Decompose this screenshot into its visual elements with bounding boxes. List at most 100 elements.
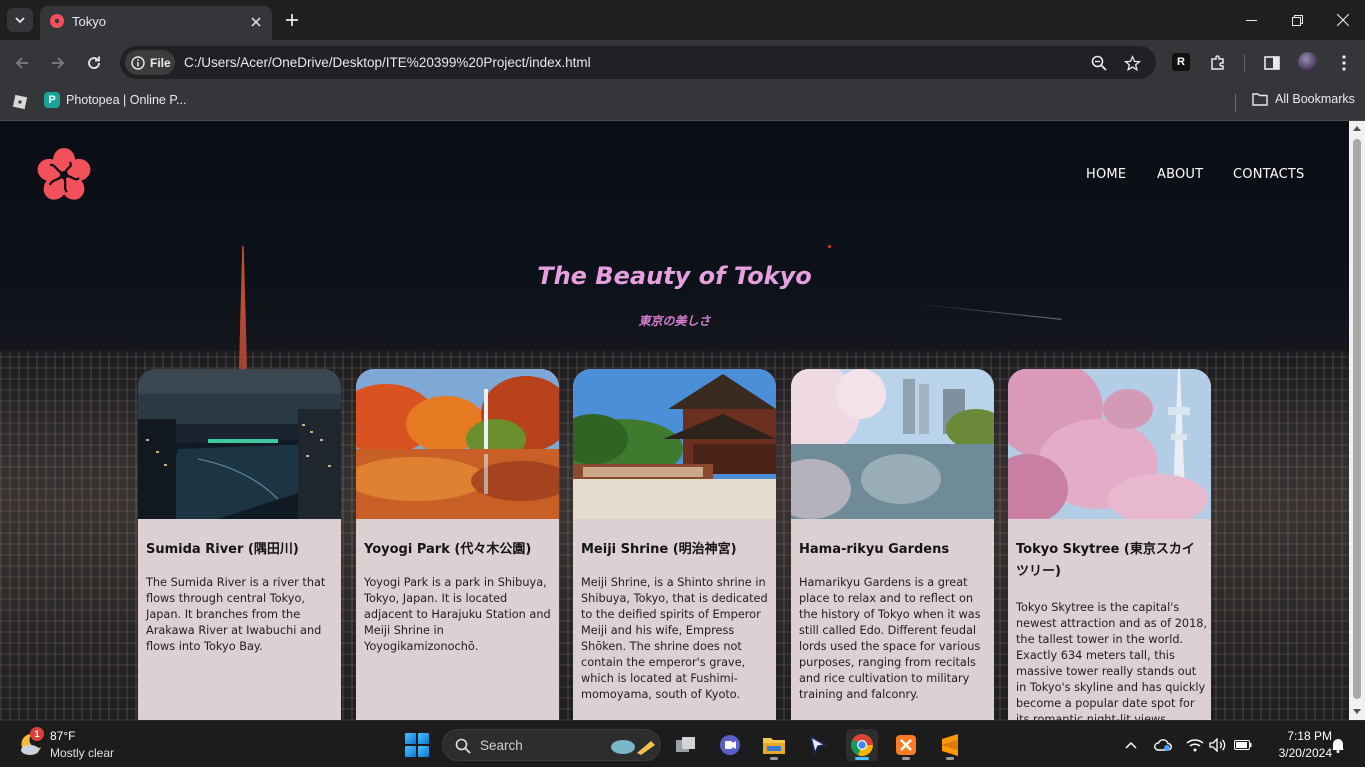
back-arrow-icon	[14, 55, 30, 71]
running-indicator	[770, 757, 778, 760]
bookmarks-divider	[1235, 94, 1236, 112]
all-bookmarks-label: All Bookmarks	[1275, 92, 1355, 106]
arrow-app-button[interactable]	[802, 729, 834, 761]
tab-title: Tokyo	[72, 14, 106, 29]
chrome-app-button[interactable]	[846, 729, 878, 761]
video-call-icon	[719, 734, 741, 756]
sublime-icon	[940, 734, 960, 756]
menu-button[interactable]	[1331, 50, 1357, 76]
address-bar[interactable]: File C:/Users/Acer/OneDrive/Desktop/ITE%…	[120, 46, 1156, 79]
weather-temperature[interactable]: 87°F	[50, 729, 75, 743]
hero-subtitle: 東京の美しさ	[638, 314, 711, 328]
running-indicator	[946, 757, 954, 760]
card-description: Hamarikyu Gardens is a great place to re…	[799, 576, 981, 701]
clock-time: 7:18 PM	[1287, 729, 1332, 743]
battery-icon[interactable]	[1233, 735, 1253, 755]
bookmark-photopea[interactable]: P Photopea | Online P...	[44, 92, 186, 108]
search-label: Search	[480, 738, 523, 753]
page-viewport: HOME ABOUT CONTACTS The Beauty of Tokyo …	[0, 121, 1349, 720]
cloud-sync-icon[interactable]	[1153, 735, 1173, 755]
scroll-down-arrow[interactable]	[1353, 709, 1361, 714]
card-sumida-river[interactable]: Sumida River (隅田川) The Sumida River is a…	[138, 369, 341, 720]
card-description: Tokyo Skytree is the capital's newest at…	[1016, 601, 1208, 720]
url-chip-label: File	[150, 55, 171, 70]
extension-r-icon[interactable]: R	[1172, 53, 1190, 71]
xampp-icon	[895, 734, 917, 756]
bell-icon[interactable]	[1328, 735, 1348, 755]
sumida-river-photo	[138, 369, 341, 519]
wifi-icon[interactable]	[1185, 735, 1205, 755]
reload-button[interactable]	[81, 50, 107, 76]
sublime-app-button[interactable]	[934, 729, 966, 761]
scroll-up-arrow[interactable]	[1353, 126, 1361, 131]
clock-date: 3/20/2024	[1278, 746, 1332, 760]
browser-toolbar: File C:/Users/Acer/OneDrive/Desktop/ITE%…	[0, 40, 1365, 85]
card-yoyogi-park[interactable]: Yoyogi Park (代々木公園) Yoyogi Park is a par…	[356, 369, 559, 720]
tokyo-skytree-photo	[1008, 369, 1211, 519]
photopea-icon: P	[44, 92, 60, 108]
yoyogi-park-photo	[356, 369, 559, 519]
file-explorer-button[interactable]	[758, 729, 790, 761]
nav-contacts[interactable]: CONTACTS	[1233, 167, 1305, 182]
profile-avatar[interactable]	[1298, 52, 1318, 72]
weather-badge: 1	[30, 727, 44, 741]
plus-icon	[286, 14, 298, 26]
toolbar-divider	[1244, 54, 1245, 72]
card-tokyo-skytree[interactable]: Tokyo Skytree (東京スカイツリー) Tokyo Skytree i…	[1008, 369, 1211, 720]
back-button[interactable]	[9, 50, 35, 76]
restore-button[interactable]	[1274, 0, 1320, 40]
star-icon[interactable]	[1121, 52, 1143, 74]
sakura-logo-icon[interactable]	[37, 148, 91, 202]
background-light	[828, 245, 831, 248]
card-description: Yoyogi Park is a park in Shibuya, Tokyo,…	[364, 576, 551, 653]
card-title: Hama-rikyu Gardens	[799, 542, 950, 557]
weather-condition[interactable]: Mostly clear	[50, 746, 114, 760]
tab-strip: Tokyo	[0, 0, 1365, 40]
system-clock[interactable]: 7:18 PM 3/20/2024	[1262, 728, 1332, 762]
zoom-icon[interactable]	[1088, 52, 1110, 74]
close-window-icon	[1337, 14, 1349, 26]
sidepanel-icon	[1264, 55, 1280, 71]
folder-icon	[1252, 92, 1268, 106]
roblox-bookmark-icon[interactable]	[12, 94, 28, 110]
minimize-button[interactable]	[1228, 0, 1274, 40]
card-title: Meiji Shrine (明治神宮)	[581, 542, 737, 557]
nav-home[interactable]: HOME	[1086, 167, 1126, 182]
site-info-chip[interactable]: File	[125, 50, 175, 75]
meet-app-button[interactable]	[714, 729, 746, 761]
task-view-icon	[675, 735, 697, 755]
browser-tab[interactable]: Tokyo	[40, 6, 272, 40]
scroll-thumb[interactable]	[1353, 139, 1361, 699]
side-panel-button[interactable]	[1259, 50, 1285, 76]
card-description: Meiji Shrine, is a Shinto shrine in Shib…	[581, 576, 768, 701]
nav-about[interactable]: ABOUT	[1157, 167, 1203, 182]
taskbar-search[interactable]: Search	[442, 729, 661, 761]
search-icon	[455, 738, 471, 754]
forward-button[interactable]	[45, 50, 71, 76]
windows-start-icon[interactable]	[405, 733, 429, 757]
xampp-app-button[interactable]	[890, 729, 922, 761]
restore-icon	[1291, 14, 1303, 26]
all-bookmarks-button[interactable]: All Bookmarks	[1252, 92, 1355, 106]
close-window-button[interactable]	[1320, 0, 1365, 40]
minimize-icon	[1245, 15, 1257, 26]
cursor-app-icon	[808, 735, 828, 755]
chrome-icon	[850, 733, 874, 757]
chevron-up-icon[interactable]	[1121, 735, 1141, 755]
chevron-down-icon	[14, 14, 26, 26]
active-indicator	[855, 757, 869, 760]
extensions-button[interactable]	[1205, 50, 1231, 76]
card-hama-rikyu-gardens[interactable]: Hama-rikyu Gardens Hamarikyu Gardens is …	[791, 369, 994, 720]
tab-search-button[interactable]	[7, 8, 33, 32]
reload-icon	[86, 55, 102, 71]
new-tab-button[interactable]	[281, 9, 303, 31]
card-title: Sumida River (隅田川)	[146, 542, 299, 557]
page-scrollbar[interactable]	[1349, 121, 1365, 720]
task-view-button[interactable]	[670, 729, 702, 761]
more-vert-icon	[1342, 55, 1346, 71]
bookmarks-bar: P Photopea | Online P... All Bookmarks	[0, 85, 1365, 121]
card-meiji-shrine[interactable]: Meiji Shrine (明治神宮) Meiji Shrine, is a S…	[573, 369, 776, 720]
url-text[interactable]: C:/Users/Acer/OneDrive/Desktop/ITE%20399…	[184, 55, 591, 70]
volume-icon[interactable]	[1208, 735, 1228, 755]
close-icon[interactable]	[246, 12, 266, 32]
